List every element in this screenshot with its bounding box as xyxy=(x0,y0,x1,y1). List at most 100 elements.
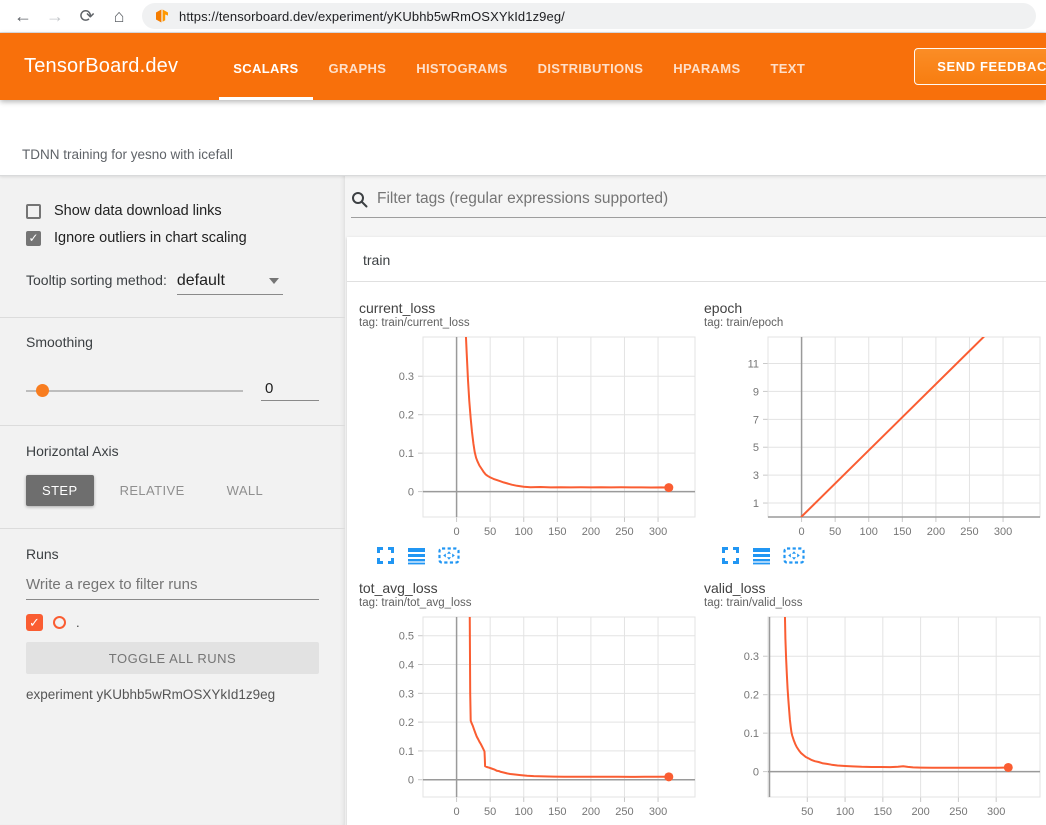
epoch-plot[interactable]: 0501001502002503001357911 xyxy=(704,335,1044,541)
svg-text:0.5: 0.5 xyxy=(399,631,414,643)
chart-card-tot-avg-loss: tot_avg_loss tag: train/tot_avg_loss 050… xyxy=(359,580,704,825)
run-checkbox[interactable]: ✓ xyxy=(26,614,43,631)
browser-reload-icon[interactable]: ⟳ xyxy=(74,3,100,29)
tooltip-sorting-value: default xyxy=(177,272,225,290)
smoothing-value-input[interactable] xyxy=(261,380,319,400)
tensorboard-favicon xyxy=(154,8,170,24)
smoothing-slider-thumb[interactable] xyxy=(36,384,49,397)
tot-avg-loss-plot[interactable]: 05010015020025030000.10.20.30.40.5 xyxy=(359,615,699,821)
expand-chart-icon[interactable] xyxy=(721,546,740,565)
svg-text:0.4: 0.4 xyxy=(399,660,414,672)
toggle-all-runs-button[interactable]: TOGGLE ALL RUNS xyxy=(26,642,319,674)
axis-wall-button[interactable]: WALL xyxy=(211,475,280,506)
tensorboard-logo[interactable]: TensorBoard.dev xyxy=(24,55,178,78)
ignore-outliers-checkbox[interactable]: ✓ xyxy=(26,231,41,246)
valid-loss-plot[interactable]: 5010015020025030000.10.20.3 xyxy=(704,615,1044,821)
runs-regex-input[interactable] xyxy=(26,576,319,599)
log-scale-icon[interactable] xyxy=(407,546,426,565)
svg-text:0.1: 0.1 xyxy=(744,728,759,740)
svg-text:50: 50 xyxy=(829,526,841,538)
svg-text:7: 7 xyxy=(753,414,759,426)
svg-text:300: 300 xyxy=(649,526,667,538)
svg-text:150: 150 xyxy=(893,526,911,538)
svg-text:200: 200 xyxy=(582,806,600,818)
smoothing-label: Smoothing xyxy=(26,334,319,350)
expand-chart-icon[interactable] xyxy=(376,546,395,565)
svg-text:250: 250 xyxy=(615,526,633,538)
browser-back-icon[interactable]: ← xyxy=(10,3,36,29)
svg-text:150: 150 xyxy=(548,526,566,538)
tooltip-sorting-select[interactable]: default xyxy=(177,272,283,295)
chart-tag: tag: train/epoch xyxy=(704,317,1046,330)
svg-text:200: 200 xyxy=(927,526,945,538)
current-loss-plot[interactable]: 05010015020025030000.10.20.3 xyxy=(359,335,699,541)
filter-tags-input[interactable] xyxy=(377,190,1046,208)
settings-sidebar: Show data download links ✓ Ignore outlie… xyxy=(0,176,345,825)
tensorboard-header: TensorBoard.dev SCALARS GRAPHS HISTOGRAM… xyxy=(0,33,1046,100)
svg-text:50: 50 xyxy=(801,806,813,818)
send-feedback-button[interactable]: SEND FEEDBACK xyxy=(914,48,1046,85)
tab-text[interactable]: TEXT xyxy=(756,34,821,100)
chart-title: epoch xyxy=(704,300,1046,316)
show-download-links-row[interactable]: Show data download links xyxy=(26,203,319,219)
tab-hparams[interactable]: HPARAMS xyxy=(658,34,755,100)
tab-graphs[interactable]: GRAPHS xyxy=(314,34,402,100)
show-download-links-checkbox[interactable] xyxy=(26,204,41,219)
svg-text:0: 0 xyxy=(454,806,460,818)
chart-tag: tag: train/valid_loss xyxy=(704,597,1046,610)
chart-toolbar xyxy=(721,546,1046,566)
svg-text:250: 250 xyxy=(615,806,633,818)
svg-text:300: 300 xyxy=(987,806,1005,818)
experiment-id-label: experiment yKUbhb5wRmOSXYkId1z9eg xyxy=(26,687,319,702)
svg-text:0: 0 xyxy=(454,526,460,538)
horizontal-axis-label: Horizontal Axis xyxy=(26,443,319,459)
svg-text:9: 9 xyxy=(753,386,759,398)
svg-text:0.1: 0.1 xyxy=(399,746,414,758)
svg-text:100: 100 xyxy=(860,526,878,538)
tab-histograms[interactable]: HISTOGRAMS xyxy=(401,34,522,100)
charts-grid: current_loss tag: train/current_loss 050… xyxy=(347,282,1046,825)
tooltip-sorting-label: Tooltip sorting method: xyxy=(26,272,167,288)
svg-text:0.3: 0.3 xyxy=(744,651,759,663)
run-row[interactable]: ✓ . xyxy=(26,614,319,631)
chart-tag: tag: train/tot_avg_loss xyxy=(359,597,704,610)
svg-text:0.3: 0.3 xyxy=(399,371,414,383)
log-scale-icon[interactable] xyxy=(752,546,771,565)
svg-text:0.2: 0.2 xyxy=(399,410,414,422)
svg-text:100: 100 xyxy=(836,806,854,818)
train-section-header[interactable]: train xyxy=(347,237,1046,282)
tab-scalars[interactable]: SCALARS xyxy=(218,34,313,100)
runs-label: Runs xyxy=(26,546,319,562)
svg-text:0: 0 xyxy=(799,526,805,538)
browser-home-icon[interactable]: ⌂ xyxy=(106,3,132,29)
svg-text:250: 250 xyxy=(949,806,967,818)
chart-title: valid_loss xyxy=(704,580,1046,596)
axis-step-button[interactable]: STEP xyxy=(26,475,94,506)
browser-toolbar: ← → ⟳ ⌂ https://tensorboard.dev/experime… xyxy=(0,0,1046,33)
search-icon xyxy=(351,191,368,208)
svg-text:200: 200 xyxy=(911,806,929,818)
address-bar[interactable]: https://tensorboard.dev/experiment/yKUbh… xyxy=(142,3,1036,29)
svg-text:300: 300 xyxy=(649,806,667,818)
browser-forward-icon[interactable]: → xyxy=(42,3,68,29)
filter-tags-field[interactable] xyxy=(351,190,1046,218)
svg-text:200: 200 xyxy=(582,526,600,538)
run-color-swatch xyxy=(53,616,66,629)
tab-distributions[interactable]: DISTRIBUTIONS xyxy=(523,34,659,100)
fit-domain-icon[interactable] xyxy=(783,546,805,565)
svg-text:100: 100 xyxy=(515,526,533,538)
run-name: . xyxy=(76,615,80,630)
scalars-panel: train current_loss tag: train/current_lo… xyxy=(345,176,1046,825)
ignore-outliers-row[interactable]: ✓ Ignore outliers in chart scaling xyxy=(26,230,319,246)
smoothing-slider[interactable] xyxy=(26,390,243,392)
svg-text:0: 0 xyxy=(408,775,414,787)
svg-text:0: 0 xyxy=(408,487,414,499)
chart-title: current_loss xyxy=(359,300,704,316)
fit-domain-icon[interactable] xyxy=(438,546,460,565)
experiment-subheader: TDNN training for yesno with icefall xyxy=(0,100,1046,176)
chart-card-epoch: epoch tag: train/epoch 05010015020025030… xyxy=(704,300,1046,566)
axis-relative-button[interactable]: RELATIVE xyxy=(104,475,201,506)
chevron-down-icon xyxy=(269,278,279,284)
ignore-outliers-label: Ignore outliers in chart scaling xyxy=(54,230,247,246)
svg-text:150: 150 xyxy=(874,806,892,818)
